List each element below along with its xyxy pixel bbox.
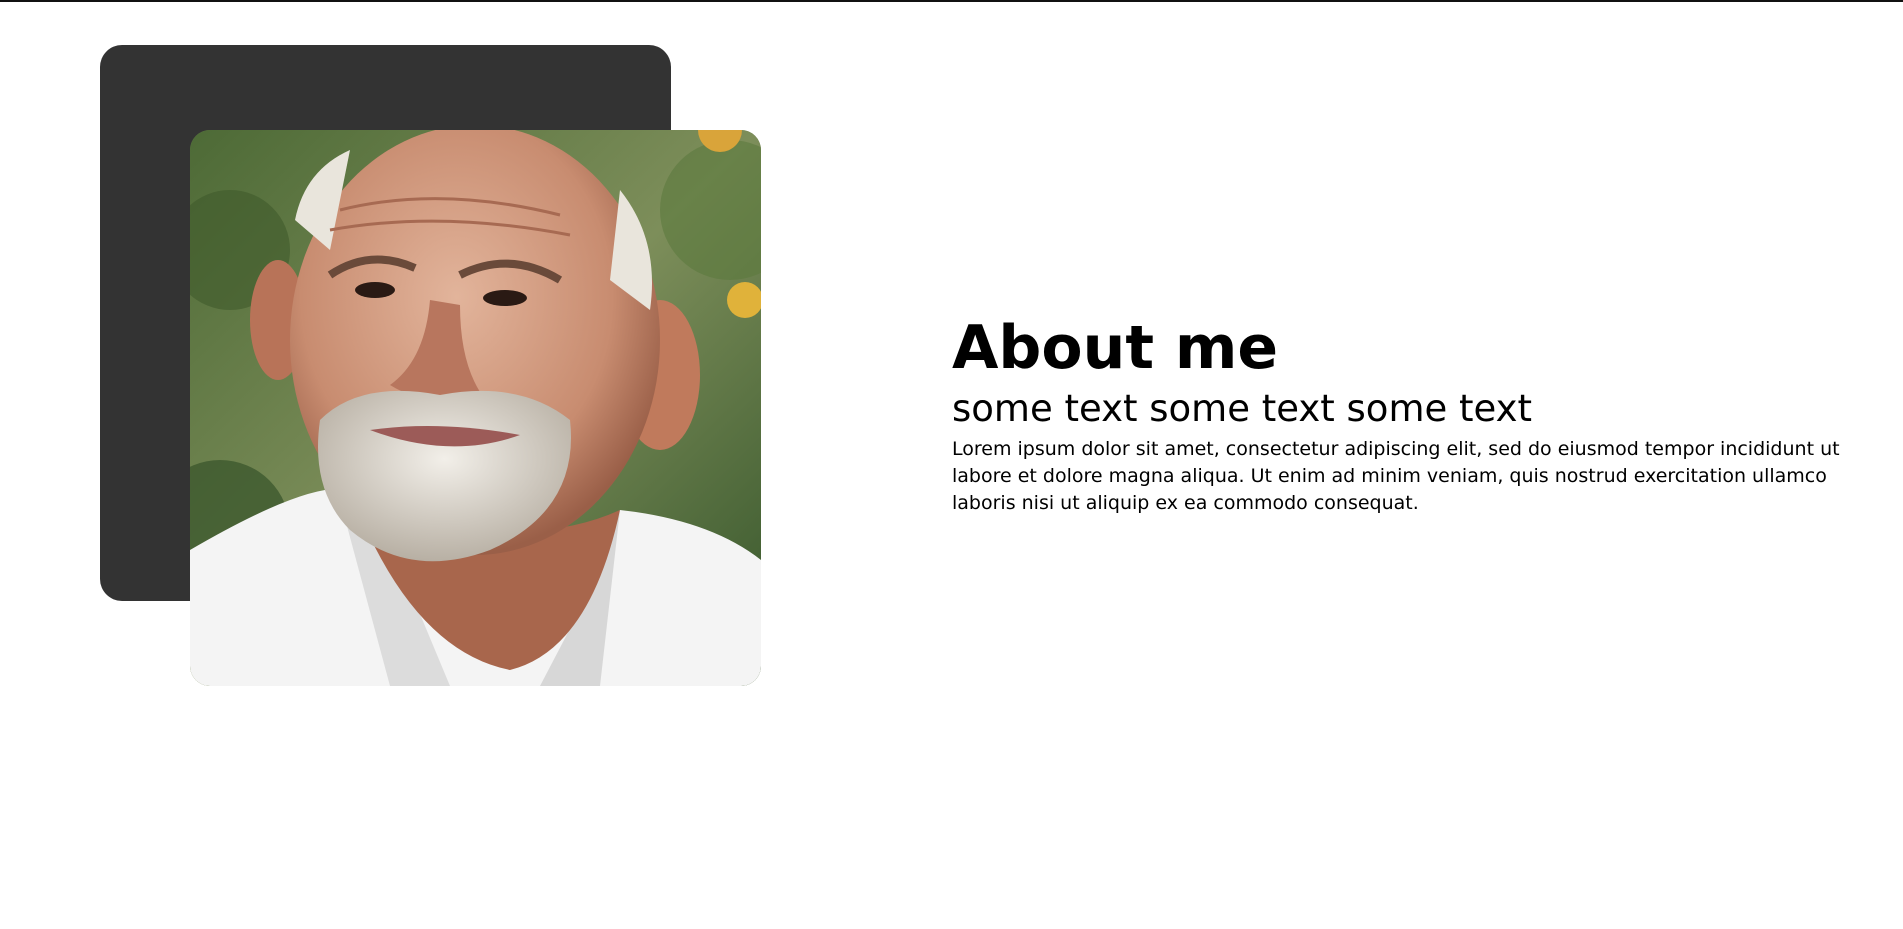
- profile-portrait-image: [190, 130, 761, 686]
- top-border: [0, 0, 1903, 2]
- about-title: About me: [952, 313, 1279, 383]
- portrait-illustration: [190, 130, 761, 686]
- about-section: About me some text some text some text L…: [952, 312, 1892, 517]
- about-body-text: Lorem ipsum dolor sit amet, consectetur …: [952, 438, 1840, 514]
- profile-photo-block: [100, 45, 762, 687]
- about-subtitle: some text some text some text: [952, 387, 1533, 430]
